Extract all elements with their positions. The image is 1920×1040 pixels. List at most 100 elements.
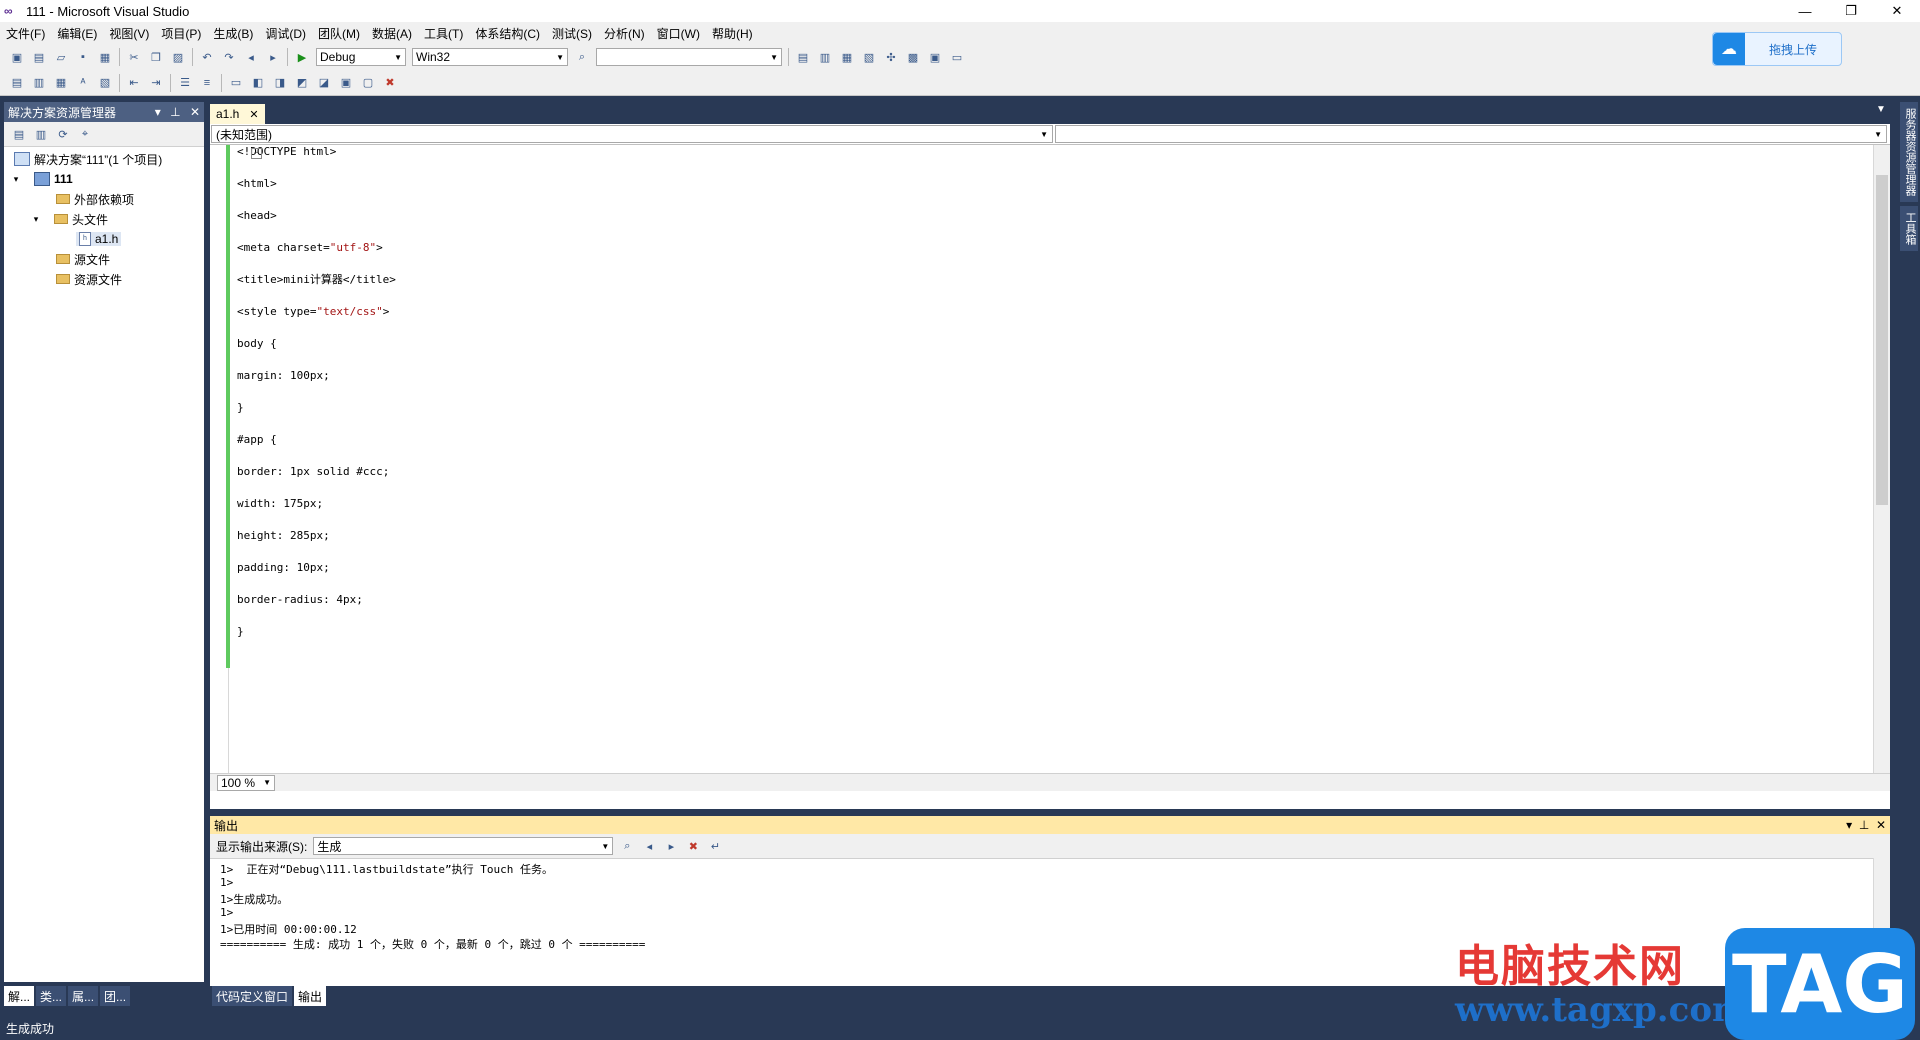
tree-item-header-files[interactable]: ▾ 头文件 [4, 209, 204, 229]
code-line[interactable]: } [237, 625, 1874, 657]
code-line[interactable]: <style type="text/css"> [237, 305, 1874, 337]
code-area[interactable]: − <!DOCTYPE html> <html> <head> <meta chars… [210, 145, 1874, 773]
maximize-button[interactable]: ❐ [1828, 0, 1874, 22]
scope-select[interactable]: (未知范围) ▼ [211, 125, 1053, 143]
uncomment-icon[interactable]: ≡ [198, 74, 216, 92]
code-line[interactable]: #app { [237, 433, 1874, 465]
tab-property-manager[interactable]: 属... [68, 986, 99, 1006]
save-icon[interactable]: ▪ [74, 48, 92, 66]
refresh-icon[interactable]: ⟳ [54, 125, 72, 143]
code-line[interactable]: width: 175px; [237, 497, 1874, 529]
start-page-icon[interactable]: ▩ [904, 48, 922, 66]
menu-build[interactable]: 生成(B) [207, 25, 259, 42]
new-project-icon[interactable]: ▣ [8, 48, 26, 66]
prev-bookmark-folder-icon[interactable]: ◩ [293, 74, 311, 92]
menu-file[interactable]: 文件(F) [0, 25, 51, 42]
clear-bookmarks-icon[interactable]: ✖ [381, 74, 399, 92]
menu-test[interactable]: 测试(S) [546, 25, 598, 42]
code-line[interactable]: } [237, 401, 1874, 433]
pin-icon[interactable]: ⊥ [170, 105, 180, 119]
tab-solution-explorer[interactable]: 解... [4, 986, 35, 1006]
code-line[interactable]: <!DOCTYPE html> [237, 145, 1874, 177]
copy-icon[interactable]: ❐ [147, 48, 165, 66]
tab-class-view[interactable]: 类... [36, 986, 67, 1006]
solution-explorer-icon[interactable]: ▤ [794, 48, 812, 66]
previous-message-icon[interactable]: ◂ [640, 837, 658, 855]
tab-code-definition[interactable]: 代码定义窗口 [212, 986, 293, 1006]
redo-icon[interactable]: ↷ [220, 48, 238, 66]
collapse-icon[interactable]: − [251, 148, 262, 159]
cloud-upload-button[interactable]: ☁ 拖拽上传 [1712, 32, 1842, 66]
code-text[interactable]: − <!DOCTYPE html> <html> <head> <meta chars… [229, 145, 1874, 773]
tree-item-solution[interactable]: 解决方案“111”(1 个项目) [4, 149, 204, 169]
find-combo[interactable]: ▼ [596, 48, 782, 66]
code-line[interactable]: border-radius: 4px; [237, 593, 1874, 625]
navigate-back-icon[interactable]: ◂ [242, 48, 260, 66]
expand-arrow-icon[interactable]: ▾ [10, 174, 22, 185]
object-browser-icon[interactable]: ▦ [838, 48, 856, 66]
output-source-select[interactable]: 生成 ▼ [313, 837, 614, 855]
quick-info-icon[interactable]: ▦ [52, 74, 70, 92]
close-icon[interactable]: ✕ [190, 105, 200, 119]
open-file-icon[interactable]: ▱ [52, 48, 70, 66]
scrollbar-thumb[interactable] [1876, 175, 1888, 505]
code-line[interactable]: padding: 10px; [237, 561, 1874, 593]
properties-icon[interactable]: ▤ [10, 125, 28, 143]
comment-out-icon[interactable]: ☰ [176, 74, 194, 92]
configuration-select[interactable]: Debug ▼ [316, 48, 406, 66]
code-line[interactable]: <title>mini计算器</title> [237, 273, 1874, 305]
previous-bookmark-icon[interactable]: ◧ [249, 74, 267, 92]
menu-tools[interactable]: 工具(T) [418, 25, 469, 42]
decrease-indent-icon[interactable]: ⇤ [125, 74, 143, 92]
find-message-icon[interactable]: ⌕ [618, 837, 636, 855]
code-line[interactable]: margin: 100px; [237, 369, 1874, 401]
editor-vertical-scrollbar[interactable] [1873, 145, 1890, 773]
list-members-icon[interactable]: ▤ [8, 74, 26, 92]
toolbox-icon[interactable]: ▧ [860, 48, 878, 66]
close-tab-icon[interactable]: ✕ [249, 108, 258, 121]
next-bookmark-doc-icon[interactable]: ▢ [359, 74, 377, 92]
menu-architecture[interactable]: 体系结构(C) [469, 25, 546, 42]
code-line[interactable]: border: 1px solid #ccc; [237, 465, 1874, 497]
member-select[interactable]: ▼ [1055, 125, 1887, 143]
paste-icon[interactable]: ▨ [169, 48, 187, 66]
menu-analyze[interactable]: 分析(N) [598, 25, 651, 42]
class-view-icon[interactable]: ✣ [882, 48, 900, 66]
expand-arrow-icon[interactable]: ▾ [30, 214, 42, 225]
prev-bookmark-doc-icon[interactable]: ▣ [337, 74, 355, 92]
code-line[interactable]: <meta charset="utf-8"> [237, 241, 1874, 273]
display-word-icon[interactable]: ▧ [96, 74, 114, 92]
start-debugging-icon[interactable]: ▶ [293, 48, 311, 66]
pin-icon[interactable]: ⊥ [1859, 818, 1869, 832]
command-window-icon[interactable]: ▭ [948, 48, 966, 66]
code-line[interactable]: <head> [237, 209, 1874, 241]
parameter-info-icon[interactable]: ▥ [30, 74, 48, 92]
tree-item-project[interactable]: ▾ 111 [4, 169, 204, 189]
tree-item-external-deps[interactable]: 外部依赖项 [4, 189, 204, 209]
platform-select[interactable]: Win32 ▼ [412, 48, 568, 66]
view-class-diagram-icon[interactable]: ⌖ [76, 125, 94, 143]
toolbox-tab[interactable]: 工具箱 [1900, 206, 1918, 251]
word-wrap-icon[interactable]: ↵ [706, 837, 724, 855]
navigate-forward-icon[interactable]: ▸ [264, 48, 282, 66]
show-all-files-icon[interactable]: ▥ [32, 125, 50, 143]
menu-view[interactable]: 视图(V) [103, 25, 155, 42]
close-icon[interactable]: ✕ [1876, 818, 1886, 832]
menu-edit[interactable]: 编辑(E) [51, 25, 103, 42]
code-line[interactable]: height: 285px; [237, 529, 1874, 561]
tab-a1h[interactable]: a1.h ✕ [210, 104, 265, 124]
close-window-button[interactable]: ✕ [1874, 0, 1920, 22]
clear-all-icon[interactable]: ✖ [684, 837, 702, 855]
save-all-icon[interactable]: ▦ [96, 48, 114, 66]
tab-output[interactable]: 输出 [294, 986, 327, 1006]
server-explorer-tab[interactable]: 服务器资源管理器 [1900, 102, 1918, 202]
menu-data[interactable]: 数据(A) [366, 25, 418, 42]
find-in-files-icon[interactable]: ⌕ [573, 48, 591, 66]
next-bookmark-icon[interactable]: ◨ [271, 74, 289, 92]
menu-debug[interactable]: 调试(D) [259, 25, 312, 42]
dropdown-icon[interactable]: ▾ [1846, 818, 1852, 832]
toggle-bookmark-icon[interactable]: ▭ [227, 74, 245, 92]
complete-word-icon[interactable]: ᴬ [74, 74, 92, 92]
menu-project[interactable]: 项目(P) [155, 25, 207, 42]
menu-team[interactable]: 团队(M) [312, 25, 366, 42]
